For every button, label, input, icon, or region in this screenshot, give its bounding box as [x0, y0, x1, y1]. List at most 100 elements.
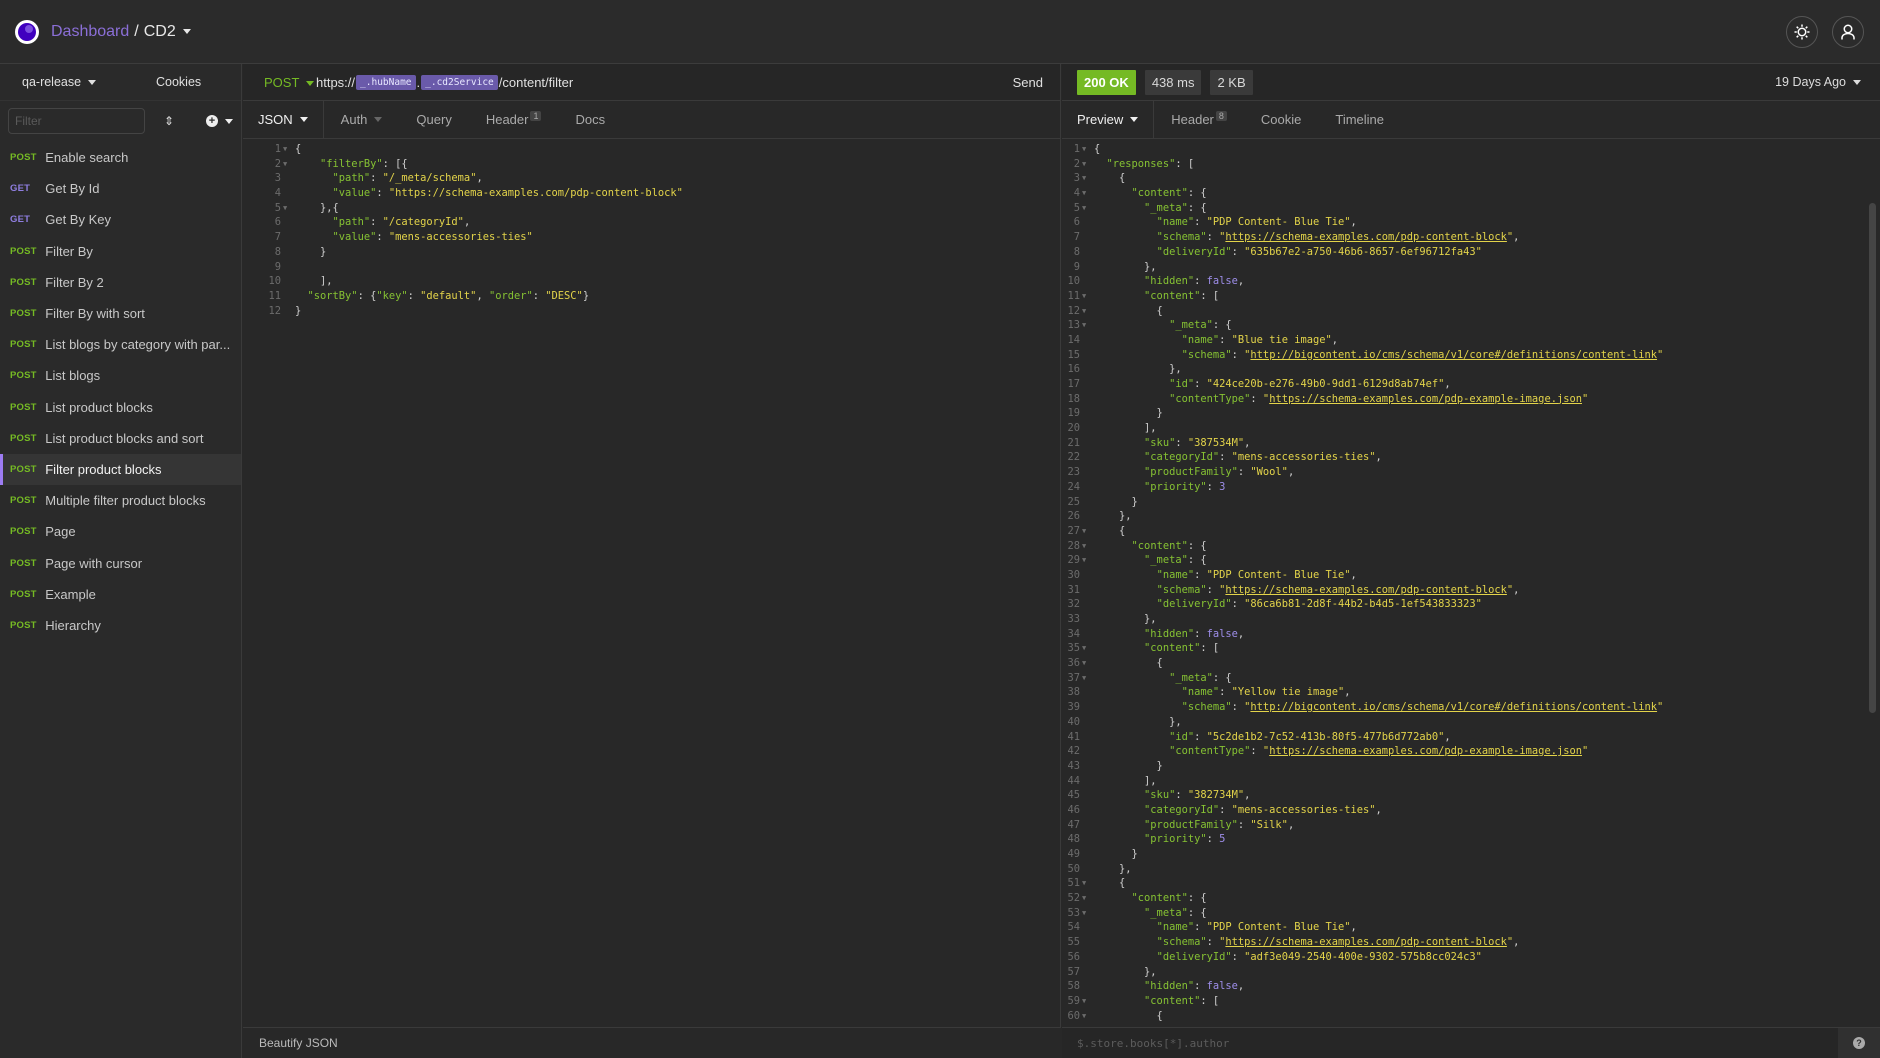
json-key: "_meta"	[1144, 554, 1188, 567]
line-number: 45	[1067, 789, 1080, 802]
fold-arrow-icon[interactable]: ▼	[283, 157, 295, 172]
fold-arrow-icon[interactable]: ▼	[1082, 201, 1094, 216]
fold-arrow-icon[interactable]: ▼	[1082, 671, 1094, 686]
url-variable-tag[interactable]: _.hubName	[356, 74, 416, 90]
fold-arrow-icon[interactable]: ▼	[1082, 553, 1094, 568]
settings-button[interactable]	[1786, 15, 1818, 48]
fold-arrow-icon[interactable]: ▼	[1082, 641, 1094, 656]
sort-icon[interactable]: ⇕	[162, 114, 176, 128]
code-line: 45 "sku": "382734M",	[1062, 788, 1880, 803]
fold-arrow-icon[interactable]: ▼	[1082, 876, 1094, 891]
sidebar-request-item[interactable]: POST List product blocks	[0, 392, 241, 423]
json-key: "sku"	[1144, 789, 1176, 802]
json-key: "categoryId"	[1144, 451, 1220, 464]
tab-timeline[interactable]: Timeline	[1318, 101, 1401, 138]
response-scrollbar[interactable]	[1869, 203, 1876, 713]
response-filter-input[interactable]	[1062, 1028, 1838, 1058]
sidebar-filter-input[interactable]	[8, 108, 145, 134]
sidebar-request-item[interactable]: POST Filter By 2	[0, 267, 241, 298]
fold-arrow-icon[interactable]: ▼	[1082, 1009, 1094, 1024]
tab-docs[interactable]: Docs	[558, 101, 622, 138]
line-number: 37	[1067, 671, 1080, 684]
response-history-dropdown[interactable]: 19 Days Ago	[1775, 75, 1861, 89]
fold-arrow-icon[interactable]: ▼	[283, 142, 295, 157]
sidebar-request-item[interactable]: GET Get By Id	[0, 173, 241, 204]
json-link[interactable]: https://schema-examples.com/pdp-content-…	[1225, 230, 1507, 245]
sidebar-request-item[interactable]: POST Page with cursor	[0, 547, 241, 578]
json-link[interactable]: https://schema-examples.com/pdp-example-…	[1269, 744, 1582, 759]
json-link[interactable]: http://bigcontent.io/cms/schema/v1/core#…	[1250, 700, 1657, 715]
cookies-button[interactable]: Cookies	[156, 75, 201, 89]
line-number: 9	[1073, 260, 1080, 273]
fold-arrow-icon[interactable]: ▼	[1082, 171, 1094, 186]
sidebar-request-item[interactable]: POST Enable search	[0, 142, 241, 173]
json-punctuation: ,	[1350, 921, 1357, 934]
breadcrumb-dashboard-link[interactable]: Dashboard	[51, 23, 129, 41]
json-link[interactable]: http://bigcontent.io/cms/schema/v1/core#…	[1250, 348, 1657, 363]
fold-arrow-icon[interactable]: ▼	[1082, 157, 1094, 172]
method-dropdown[interactable]: POST	[264, 75, 316, 90]
json-key: "_meta"	[1144, 906, 1188, 919]
tab-preview[interactable]: Preview	[1062, 101, 1155, 138]
account-button[interactable]	[1832, 15, 1864, 48]
fold-arrow-icon[interactable]: ▼	[1082, 318, 1094, 333]
sidebar-request-item[interactable]: GET Get By Key	[0, 204, 241, 235]
gutter-space	[1082, 480, 1094, 495]
fold-arrow-icon[interactable]: ▼	[283, 201, 295, 216]
tab-auth[interactable]: Auth	[324, 101, 400, 138]
json-punctuation	[1094, 950, 1157, 965]
tab-json[interactable]: JSON	[243, 101, 324, 138]
fold-arrow-icon[interactable]: ▼	[1082, 906, 1094, 921]
json-link[interactable]: https://schema-examples.com/pdp-example-…	[1269, 392, 1582, 407]
tab-query[interactable]: Query	[399, 101, 468, 138]
sidebar-request-item[interactable]: POST Hierarchy	[0, 610, 241, 641]
fold-arrow-icon[interactable]: ▼	[1082, 891, 1094, 906]
json-punctuation: {	[1094, 304, 1163, 317]
tab-header[interactable]: Header 8	[1154, 101, 1244, 138]
sidebar-request-item[interactable]: POST Multiple filter product blocks	[0, 485, 241, 516]
tab-header[interactable]: Header 1	[469, 101, 559, 138]
json-link[interactable]: https://schema-examples.com/pdp-content-…	[1225, 583, 1507, 598]
code-line: 35 ▼ "content": [	[1062, 641, 1880, 656]
json-punctuation: :	[1206, 833, 1220, 846]
sidebar-request-item[interactable]: POST Page	[0, 516, 241, 547]
fold-arrow-icon[interactable]: ▼	[1082, 142, 1094, 157]
workspace-dropdown[interactable]: CD2	[144, 23, 191, 41]
code-line: 5 ▼ },{	[243, 201, 1060, 216]
fold-arrow-icon[interactable]: ▼	[1082, 186, 1094, 201]
sidebar-request-item[interactable]: POST Filter product blocks	[0, 453, 241, 486]
url-variable-tag[interactable]: _.cd2Service	[421, 74, 498, 90]
sidebar-request-item[interactable]: POST List blogs	[0, 360, 241, 391]
environment-dropdown[interactable]: qa-release	[22, 75, 152, 89]
json-link[interactable]: https://schema-examples.com/pdp-content-…	[1225, 935, 1507, 950]
sidebar-request-item[interactable]: POST Filter By with sort	[0, 298, 241, 329]
response-body-viewer: 1 ▼{2 ▼ "responses": [3 ▼ {4 ▼ "content": {5…	[1062, 139, 1880, 1023]
json-punctuation	[1094, 685, 1182, 700]
sidebar-request-item[interactable]: POST List blogs by category with par...	[0, 329, 241, 360]
fold-arrow-icon[interactable]: ▼	[1082, 656, 1094, 671]
send-button[interactable]: Send	[1013, 75, 1043, 90]
request-body-editor[interactable]: 1 ▼{2 ▼ "filterBy": [{3 "path": "/_meta/sc…	[243, 139, 1060, 318]
fold-arrow-icon[interactable]: ▼	[1082, 304, 1094, 319]
fold-arrow-icon[interactable]: ▼	[1082, 289, 1094, 304]
line-number: 1	[274, 143, 281, 155]
fold-arrow-icon[interactable]: ▼	[1082, 524, 1094, 539]
json-punctuation	[1094, 274, 1144, 289]
gutter-space	[283, 289, 295, 304]
sidebar-request-item[interactable]: POST Filter By	[0, 236, 241, 267]
beautify-json-button[interactable]: Beautify JSON	[259, 1036, 338, 1050]
line-number: 9	[274, 260, 281, 273]
line-number: 28	[1067, 539, 1080, 552]
code-line: 15 "schema": " http://bigcontent.io/cms/s…	[1062, 348, 1880, 363]
sidebar-request-item[interactable]: POST List product blocks and sort	[0, 423, 241, 454]
json-punctuation: {	[1094, 877, 1126, 890]
url-input[interactable]: https:// _.hubName . _.cd2Service /conte…	[316, 74, 573, 90]
json-string: "/_meta/schema"	[382, 172, 477, 185]
code-line: 60 ▼ {	[1062, 1009, 1880, 1024]
help-button[interactable]: ?	[1838, 1028, 1880, 1058]
add-request-button[interactable]: +	[206, 115, 233, 127]
fold-arrow-icon[interactable]: ▼	[1082, 994, 1094, 1009]
sidebar-request-item[interactable]: POST Example	[0, 579, 241, 610]
tab-cookie[interactable]: Cookie	[1244, 101, 1318, 138]
fold-arrow-icon[interactable]: ▼	[1082, 539, 1094, 554]
